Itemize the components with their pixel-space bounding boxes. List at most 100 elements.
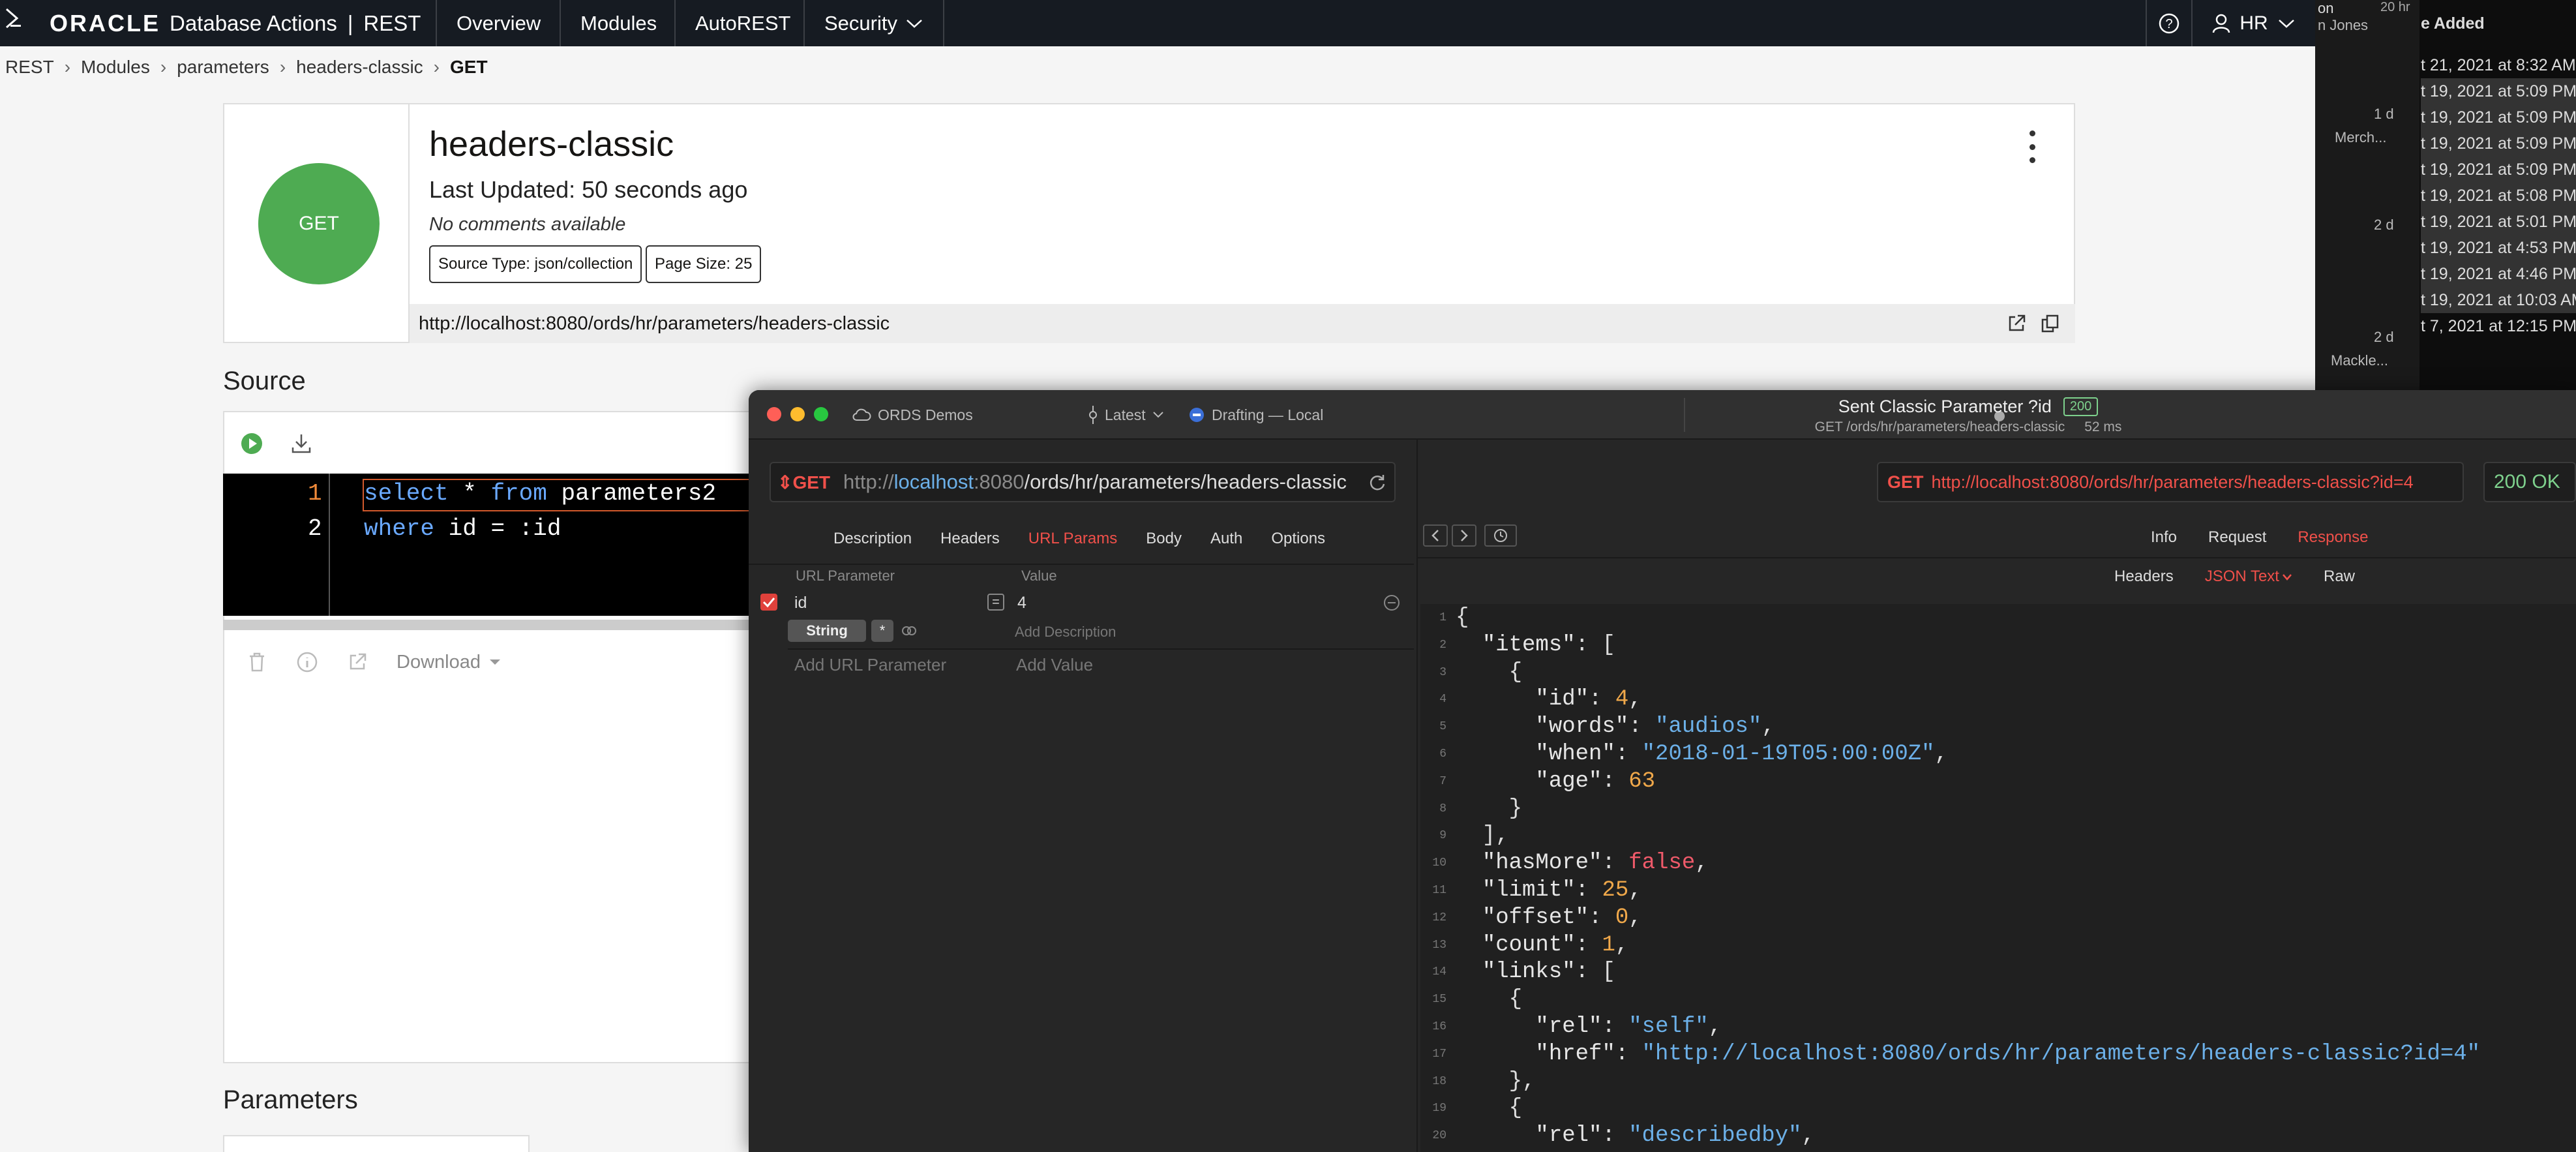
divider	[788, 648, 1414, 650]
link-icon[interactable]	[900, 622, 918, 639]
pane-divider[interactable]	[1416, 440, 1418, 1152]
handler-url[interactable]: http://localhost:8080/ords/hr/parameters…	[419, 304, 890, 343]
nav-modules[interactable]: Modules	[560, 0, 676, 46]
json-line: 4 "id": 4,	[1420, 686, 2576, 713]
workspace-selector[interactable]: ORDS Demos	[852, 390, 973, 440]
bg-date-row: t 19, 2021 at 5:08 PM	[2421, 183, 2576, 209]
download-menu[interactable]: Download	[397, 652, 481, 673]
json-line-text: "limit": 25,	[1482, 878, 1642, 903]
json-line-number: 12	[1432, 911, 1446, 924]
nav-security[interactable]: Security	[803, 0, 944, 46]
refresh-icon[interactable]	[1368, 474, 1386, 492]
workspace-name: ORDS Demos	[878, 406, 973, 423]
version-selector[interactable]: Latest	[1088, 390, 1164, 440]
tab-auth[interactable]: Auth	[1210, 530, 1242, 548]
breadcrumb-rest[interactable]: REST	[5, 57, 54, 78]
json-line: 8 }	[1420, 795, 2576, 823]
request-url-bar[interactable]: ⇕GET http://localhost:8080/ords/hr/param…	[770, 462, 1396, 502]
tab-options[interactable]: Options	[1271, 530, 1325, 548]
background-app-window: on 20 hr n Jones 1 d Merch... 2 d 2 d Ma…	[2315, 0, 2576, 391]
subtab-headers[interactable]: Headers	[2114, 568, 2174, 586]
code-token: from	[490, 480, 547, 507]
copy-icon[interactable]	[2040, 313, 2061, 334]
subtab-raw[interactable]: Raw	[2324, 568, 2355, 586]
forward-button[interactable]	[1452, 524, 1476, 547]
background-date-rows: t 21, 2021 at 8:32 AM t 19, 2021 at 5:09 …	[2315, 0, 2576, 391]
export-icon[interactable]	[347, 652, 368, 673]
more-options-icon[interactable]	[2026, 130, 2039, 163]
json-line-text: "age": 63	[1535, 768, 1656, 794]
method-selector[interactable]: ⇕GET	[777, 472, 830, 493]
zoom-window-button[interactable]	[814, 407, 828, 421]
json-token: "self"	[1628, 1014, 1709, 1039]
json-token: "limit"	[1482, 878, 1576, 903]
open-external-icon[interactable]	[2006, 313, 2027, 334]
param-value-field[interactable]: 4	[1017, 594, 1026, 613]
hamburger-menu-icon[interactable]	[4, 5, 27, 31]
user-menu-button[interactable]: HR	[2191, 0, 2315, 46]
tab-description[interactable]: Description	[833, 530, 912, 548]
param-name-field[interactable]: id	[794, 594, 807, 613]
add-url-param-field[interactable]: Add URL Parameter	[794, 655, 946, 675]
breadcrumb-current: GET	[450, 57, 488, 77]
response-subtabs: Headers JSON Text Raw	[2114, 564, 2355, 590]
code-line: select * from parameters2	[364, 480, 716, 507]
tab-request[interactable]: Request	[2208, 528, 2266, 547]
tab-headers[interactable]: Headers	[940, 530, 1000, 548]
json-line-number: 13	[1432, 938, 1446, 952]
json-line: 20 "rel": "describedby",	[1420, 1122, 2576, 1149]
nav-autorest[interactable]: AutoREST	[674, 0, 810, 46]
bg-date-row: t 19, 2021 at 10:03 AM	[2421, 287, 2576, 313]
nav-overview[interactable]: Overview	[436, 0, 560, 46]
column-header-param: URL Parameter	[796, 568, 895, 584]
breadcrumb-parameters[interactable]: parameters	[177, 57, 269, 78]
app-brand[interactable]: ORACLE Database Actions | REST	[50, 0, 421, 46]
oracle-logo: ORACLE	[50, 9, 160, 37]
json-line: 12 "offset": 0,	[1420, 904, 2576, 932]
tab-response[interactable]: Response	[2298, 528, 2368, 547]
cloud-icon	[852, 408, 871, 421]
json-token: 25	[1602, 878, 1629, 903]
response-tabs: Info Request Response	[2151, 524, 2369, 551]
close-window-button[interactable]	[767, 407, 781, 421]
line-number: 1	[308, 480, 322, 507]
remove-param-icon[interactable]	[1383, 594, 1401, 612]
minimize-window-button[interactable]	[790, 407, 805, 421]
json-token: "words"	[1535, 714, 1629, 740]
bg-date-row: t 19, 2021 at 5:01 PM	[2421, 209, 2576, 235]
equals-icon[interactable]: =	[987, 594, 1004, 611]
chevron-left-icon	[1431, 530, 1439, 541]
json-line-text: },	[1456, 1069, 1536, 1094]
param-type-selector[interactable]: String	[788, 620, 866, 642]
add-value-field[interactable]: Add Value	[1016, 655, 1093, 675]
breadcrumb-modules[interactable]: Modules	[81, 57, 150, 78]
json-response-viewer[interactable]: 1{2 "items": [3 {4 "id": 4, 5 "words": "a…	[1420, 604, 2576, 1152]
run-icon[interactable]	[240, 432, 263, 455]
param-description-field[interactable]: Add Description	[1015, 624, 1116, 641]
handler-card: GET headers-classic Last Updated: 50 sec…	[223, 103, 2075, 343]
help-button[interactable]: ?	[2146, 0, 2191, 46]
info-icon[interactable]	[296, 651, 318, 673]
download-icon[interactable]	[290, 432, 313, 455]
back-button[interactable]	[1423, 524, 1448, 547]
tab-url-params[interactable]: URL Params	[1028, 530, 1117, 548]
breadcrumb-template[interactable]: headers-classic	[296, 57, 423, 78]
json-line-text: ],	[1456, 823, 1509, 849]
history-button[interactable]	[1484, 524, 1517, 547]
source-toolbar: Download	[223, 646, 502, 678]
request-url[interactable]: http://localhost:8080/ords/hr/parameters…	[843, 470, 1347, 494]
json-line: 7 "age": 63	[1420, 768, 2576, 795]
param-enabled-checkbox[interactable]	[760, 594, 777, 611]
chevron-down-icon	[906, 19, 922, 28]
json-token: "count"	[1482, 932, 1576, 958]
json-line-text: "href": "http://localhost:8080/ords/hr/p…	[1535, 1041, 2481, 1067]
response-url[interactable]: http://localhost:8080/ords/hr/parameters…	[1932, 472, 2414, 493]
tab-info[interactable]: Info	[2151, 528, 2177, 547]
json-token: "http://localhost:8080/ords/hr/parameter…	[1641, 1041, 2481, 1067]
environment-selector[interactable]: Drafting — Local	[1188, 390, 1323, 440]
trash-icon[interactable]	[247, 651, 267, 673]
json-line-text: {	[1456, 1096, 1523, 1121]
required-asterisk-icon[interactable]: *	[871, 620, 893, 642]
subtab-json-text[interactable]: JSON Text	[2205, 568, 2292, 586]
tab-body[interactable]: Body	[1146, 530, 1182, 548]
